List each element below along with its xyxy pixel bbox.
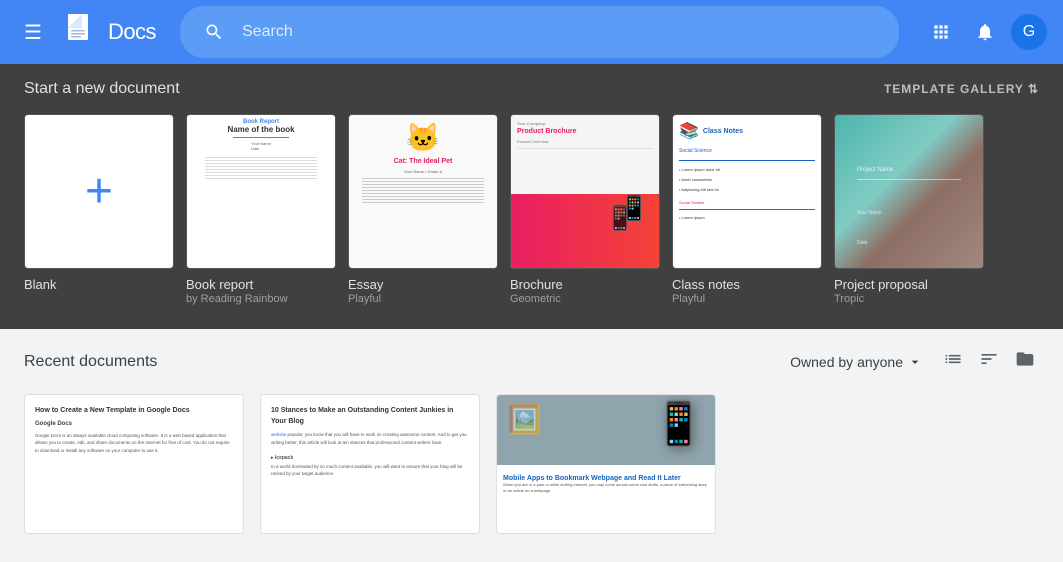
phone-image: 📱 [653, 400, 705, 449]
owned-by-dropdown[interactable]: Owned by anyone [790, 354, 923, 370]
template-thumb-essay: 🐱 Cat: The Ideal Pet Your Name • Grade # [348, 114, 498, 269]
doc3-content: Mobile Apps to Bookmark Webpage and Read… [497, 465, 715, 501]
template-thumb-class-notes: 📚 Class Notes Social Science • Lorem ips… [672, 114, 822, 269]
notifications-bell-icon[interactable] [967, 14, 1003, 50]
template-card-blank[interactable]: + Blank [24, 114, 174, 305]
template-label-essay: Essay [348, 277, 498, 292]
class-notes-icon: 📚 [679, 121, 699, 141]
doc-card-1[interactable]: How to Create a New Template in Google D… [24, 394, 244, 534]
template-label-class-notes: Class notes [672, 277, 822, 292]
doc2-title: 10 Stances to Make an Outstanding Conten… [271, 405, 469, 427]
template-thumb-brochure: Your Company Product Brochure Product Ov… [510, 114, 660, 269]
template-label-blank: Blank [24, 277, 174, 292]
template-sublabel-brochure: Geometric [510, 293, 660, 305]
doc1-subtitle: Google Docs [35, 420, 233, 430]
plus-icon: + [85, 168, 113, 216]
docs-grid: How to Create a New Template in Google D… [24, 394, 1039, 534]
template-sublabel-essay: Playful [348, 293, 498, 305]
template-card-project-proposal[interactable]: Project Name Your Name Date Project prop… [834, 114, 984, 305]
doc-card-2[interactable]: 10 Stances to Make an Outstanding Conten… [260, 394, 480, 534]
avatar[interactable]: G [1011, 14, 1047, 50]
template-gallery-label: TEMPLATE GALLERY [884, 82, 1024, 96]
docs-logo-icon [62, 12, 102, 52]
doc-card-3[interactable]: 📱 🖼️ Mobile Apps to Bookmark Webpage and… [496, 394, 716, 534]
project-date: Your Name [857, 210, 882, 216]
view-icons [939, 345, 1039, 378]
search-input[interactable] [242, 23, 883, 41]
project-name-line: Date [857, 240, 868, 246]
owned-by-label: Owned by anyone [790, 354, 903, 370]
book-report-name: Name of the book [227, 125, 294, 134]
book-report-divider [233, 137, 289, 138]
recent-header: Recent documents Owned by anyone [24, 345, 1039, 378]
header: ☰ Docs G [0, 0, 1063, 64]
book-report-lines [191, 155, 331, 181]
doc3-title: Mobile Apps to Bookmark Webpage and Read… [503, 475, 709, 482]
doc1-text: Google Docs is an always available cloud… [35, 432, 233, 455]
doc-preview-1: How to Create a New Template in Google D… [25, 395, 243, 533]
project-label: Project Name [857, 167, 893, 173]
templates-section: Start a new document TEMPLATE GALLERY ⇅ … [0, 64, 1063, 329]
recent-section-title: Recent documents [24, 353, 157, 371]
search-icon [204, 22, 224, 42]
template-card-brochure[interactable]: Your Company Product Brochure Product Ov… [510, 114, 660, 305]
template-card-book-report[interactable]: Book Report Name of the book Your NameDa… [186, 114, 336, 305]
recent-controls: Owned by anyone [790, 345, 1039, 378]
template-label-project-proposal: Project proposal [834, 277, 984, 292]
essay-cat-icon: 🐱 [406, 121, 441, 154]
list-view-icon[interactable] [939, 345, 967, 378]
background-image-icon: 🖼️ [507, 403, 542, 436]
templates-header: Start a new document TEMPLATE GALLERY ⇅ [24, 80, 1039, 98]
template-label-book-report: Book report [186, 277, 336, 292]
sort-icon[interactable] [975, 345, 1003, 378]
doc1-title: How to Create a New Template in Google D… [35, 405, 233, 416]
template-card-essay[interactable]: 🐱 Cat: The Ideal Pet Your Name • Grade # [348, 114, 498, 305]
template-label-brochure: Brochure [510, 277, 660, 292]
templates-grid: + Blank Book Report Name of the book You… [24, 114, 1039, 305]
expand-icon: ⇅ [1028, 82, 1039, 96]
template-thumb-book-report: Book Report Name of the book Your NameDa… [186, 114, 336, 269]
book-report-preview: Book Report Name of the book Your NameDa… [187, 115, 335, 268]
template-gallery-button[interactable]: TEMPLATE GALLERY ⇅ [884, 82, 1039, 96]
templates-section-title: Start a new document [24, 80, 180, 98]
template-thumb-blank: + [24, 114, 174, 269]
logo-area[interactable]: Docs [62, 12, 156, 52]
template-card-class-notes[interactable]: 📚 Class Notes Social Science • Lorem ips… [672, 114, 822, 305]
template-sublabel-book-report: by Reading Rainbow [186, 293, 336, 305]
doc2-link: website [271, 432, 286, 437]
search-icon-wrap [196, 14, 232, 50]
logo-text: Docs [108, 19, 156, 45]
template-thumb-project-proposal: Project Name Your Name Date [834, 114, 984, 269]
apps-grid-icon[interactable] [923, 14, 959, 50]
hamburger-menu-icon[interactable]: ☰ [16, 12, 50, 53]
template-sublabel-project-proposal: Tropic [834, 293, 984, 305]
book-report-subtitle: Your NameDate [251, 141, 271, 151]
search-container [180, 6, 899, 58]
folder-icon[interactable] [1011, 345, 1039, 378]
header-right: G [923, 14, 1047, 50]
dropdown-chevron-icon [907, 354, 923, 370]
template-sublabel-class-notes: Playful [672, 293, 822, 305]
doc2-text: website popular, you know that you will … [271, 431, 469, 478]
recent-section: Recent documents Owned by anyone [0, 329, 1063, 550]
doc-preview-2: 10 Stances to Make an Outstanding Conten… [261, 395, 479, 533]
doc3-text: When you are in a park or while surfing … [503, 482, 709, 495]
